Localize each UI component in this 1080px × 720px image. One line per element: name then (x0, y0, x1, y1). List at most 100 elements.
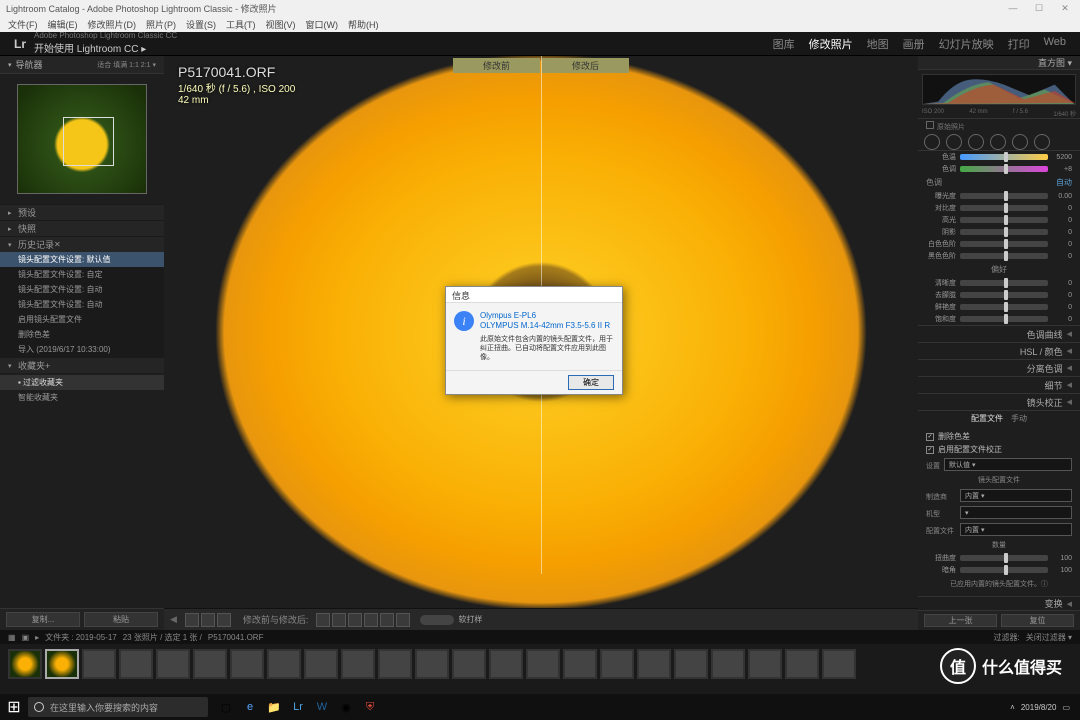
adjust-slider[interactable] (960, 241, 1048, 247)
history-section[interactable]: ▾历史记录✕ (0, 236, 164, 252)
chrome-icon[interactable]: ◉ (336, 697, 356, 717)
adjust-slider[interactable] (960, 205, 1048, 211)
menu-item[interactable]: 视图(V) (266, 18, 296, 31)
menu-item[interactable]: 修改照片(D) (88, 18, 137, 31)
gradient-tool-icon[interactable] (990, 134, 1006, 150)
menu-item[interactable]: 照片(P) (146, 18, 176, 31)
crop-tool-icon[interactable] (924, 134, 940, 150)
history-item[interactable]: 镜头配置文件设置: 自动 (0, 282, 164, 297)
history-item[interactable]: 镜头配置文件设置: 自动 (0, 297, 164, 312)
menu-item[interactable]: 工具(T) (226, 18, 256, 31)
panel-section[interactable]: 细节 (918, 376, 1080, 393)
word-icon[interactable]: W (312, 697, 332, 717)
ba-mode2-icon[interactable] (332, 613, 346, 627)
remove-ca-checkbox[interactable]: ✓ (926, 433, 934, 441)
copy-button[interactable]: 复制... (6, 612, 80, 627)
module-tab[interactable]: Web (1044, 36, 1066, 52)
filmstrip-thumb[interactable] (267, 649, 301, 679)
lightroom-icon[interactable]: Lr (288, 697, 308, 717)
module-tab[interactable]: 地图 (867, 36, 889, 52)
ba-mode4-icon[interactable] (364, 613, 378, 627)
reset-button[interactable]: 复位 (1001, 614, 1074, 627)
filmstrip-thumb[interactable] (563, 649, 597, 679)
ba-swap-icon[interactable] (380, 613, 394, 627)
adjust-slider[interactable] (960, 304, 1048, 310)
ba-mode1-icon[interactable] (316, 613, 330, 627)
filmstrip-thumb[interactable] (45, 649, 79, 679)
filmstrip-thumb[interactable] (415, 649, 449, 679)
enable-profile-checkbox[interactable]: ✓ (926, 446, 934, 454)
panel-section[interactable]: 分离色调 (918, 359, 1080, 376)
spot-tool-icon[interactable] (946, 134, 962, 150)
ba-mode3-icon[interactable] (348, 613, 362, 627)
adjust-slider[interactable] (960, 292, 1048, 298)
auto-tone-button[interactable]: 自动 (1056, 177, 1072, 188)
filmstrip-thumb[interactable] (674, 649, 708, 679)
menu-item[interactable]: 编辑(E) (48, 18, 78, 31)
filmstrip-thumb[interactable] (748, 649, 782, 679)
search-box[interactable]: 在这里输入你要搜索的内容 (28, 697, 208, 717)
module-tab[interactable]: 图库 (773, 36, 795, 52)
compare-view-icon[interactable] (201, 613, 215, 627)
notifications-icon[interactable]: ▭ (1062, 703, 1070, 712)
reference-view-icon[interactable] (217, 613, 231, 627)
redeye-tool-icon[interactable] (968, 134, 984, 150)
vignette-slider[interactable] (960, 567, 1048, 573)
shield-icon[interactable]: ⛨ (360, 697, 380, 717)
loupe-view-icon[interactable] (185, 613, 199, 627)
setup-dropdown[interactable]: 默认值 ▾ (944, 458, 1072, 471)
distortion-slider[interactable] (960, 555, 1048, 561)
profile-tab[interactable]: 配置文件 (971, 413, 1003, 424)
minimize-button[interactable]: — (1004, 2, 1022, 14)
histogram[interactable] (922, 74, 1076, 105)
history-item[interactable]: 镜头配置文件设置: 默认值 (0, 252, 164, 267)
edge-icon[interactable]: e (240, 697, 260, 717)
history-item[interactable]: 导入 (2019/6/17 10:33:00) (0, 342, 164, 357)
filmstrip-thumb[interactable] (600, 649, 634, 679)
profile-dropdown[interactable]: 内置 ▾ (960, 523, 1072, 536)
filmstrip-thumb[interactable] (156, 649, 190, 679)
filmstrip-thumb[interactable] (489, 649, 523, 679)
softproof-toggle[interactable] (420, 615, 454, 625)
filter-dropdown[interactable]: 关闭过滤器 ▾ (1026, 632, 1072, 643)
transform-section[interactable]: 变换 (918, 596, 1080, 610)
tint-slider[interactable] (960, 166, 1048, 172)
menu-item[interactable]: 窗口(W) (306, 18, 339, 31)
manual-tab[interactable]: 手动 (1011, 413, 1027, 424)
close-button[interactable]: ✕ (1056, 2, 1074, 14)
filmstrip-thumb[interactable] (8, 649, 42, 679)
module-tab[interactable]: 打印 (1008, 36, 1030, 52)
filmstrip-thumb[interactable] (637, 649, 671, 679)
history-item[interactable]: 镜头配置文件设置: 自定 (0, 267, 164, 282)
collection-item[interactable]: 智能收藏夹 (0, 390, 164, 405)
collections-section[interactable]: ▾收藏夹+ (0, 357, 164, 373)
adjust-slider[interactable] (960, 280, 1048, 286)
filmstrip-thumb[interactable] (785, 649, 819, 679)
model-dropdown[interactable]: ▾ (960, 506, 1072, 519)
filmstrip-thumb[interactable] (378, 649, 412, 679)
panel-section[interactable]: HSL / 颜色 (918, 342, 1080, 359)
filmstrip[interactable] (0, 644, 1080, 684)
brand-text[interactable]: 开始使用 Lightroom CC ▸ (34, 40, 177, 55)
brush-tool-icon[interactable] (1034, 134, 1050, 150)
snapshots-section[interactable]: ▸快照 (0, 220, 164, 236)
explorer-icon[interactable]: 📁 (264, 697, 284, 717)
filmstrip-thumb[interactable] (230, 649, 264, 679)
temp-slider[interactable] (960, 154, 1048, 160)
presets-section[interactable]: ▸预设 (0, 204, 164, 220)
tray-caret-icon[interactable]: ˄ (1010, 703, 1015, 712)
task-view-icon[interactable]: ▢ (216, 697, 236, 717)
radial-tool-icon[interactable] (1012, 134, 1028, 150)
history-item[interactable]: 删除色差 (0, 327, 164, 342)
module-tab[interactable]: 画册 (903, 36, 925, 52)
history-item[interactable]: 启用镜头配置文件 (0, 312, 164, 327)
filmstrip-thumb[interactable] (822, 649, 856, 679)
filmstrip-thumb[interactable] (526, 649, 560, 679)
filmstrip-thumb[interactable] (304, 649, 338, 679)
filmstrip-thumb[interactable] (82, 649, 116, 679)
make-dropdown[interactable]: 内置 ▾ (960, 489, 1072, 502)
menu-item[interactable]: 设置(S) (186, 18, 216, 31)
adjust-slider[interactable] (960, 316, 1048, 322)
adjust-slider[interactable] (960, 253, 1048, 259)
second-window-icon[interactable]: ▣ (22, 633, 30, 642)
